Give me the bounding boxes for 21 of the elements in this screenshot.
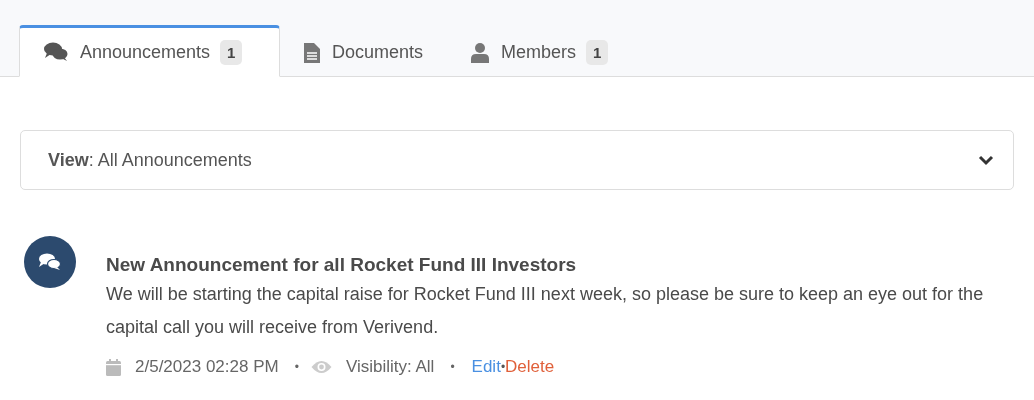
eye-icon [310, 360, 332, 374]
tab[interactable]: Members 1 [447, 25, 633, 77]
tab[interactable]: Announcements 1 [19, 25, 280, 77]
date-text: 2/5/2023 02:28 PM [135, 357, 279, 377]
separator-dot: • [450, 360, 455, 374]
document-icon [304, 42, 320, 63]
announcement-title: New Announcement for all Rocket Fund III Investors [106, 253, 578, 277]
calendar-icon [106, 358, 121, 376]
tab[interactable]: Documents [280, 25, 448, 77]
comments-icon [44, 42, 68, 62]
delete-link[interactable]: Delete [505, 357, 555, 377]
announcement-body: We will be starting the capital raise for Rocket Fund III next week, so please be sure to keep an eye out for the capital call you will receive from Verivend. [106, 283, 985, 339]
count-badge: 1 [586, 40, 609, 65]
separator-dot: • [500, 360, 506, 374]
visibility-text: Visibility: All [345, 357, 435, 377]
person-icon [471, 42, 490, 63]
announcement-avatar [24, 236, 76, 288]
count-badge: 1 [220, 39, 243, 65]
chevron-down-icon [978, 154, 994, 166]
separator-dot: • [294, 360, 299, 374]
view-select[interactable]: View: All Announcements [20, 130, 1014, 190]
